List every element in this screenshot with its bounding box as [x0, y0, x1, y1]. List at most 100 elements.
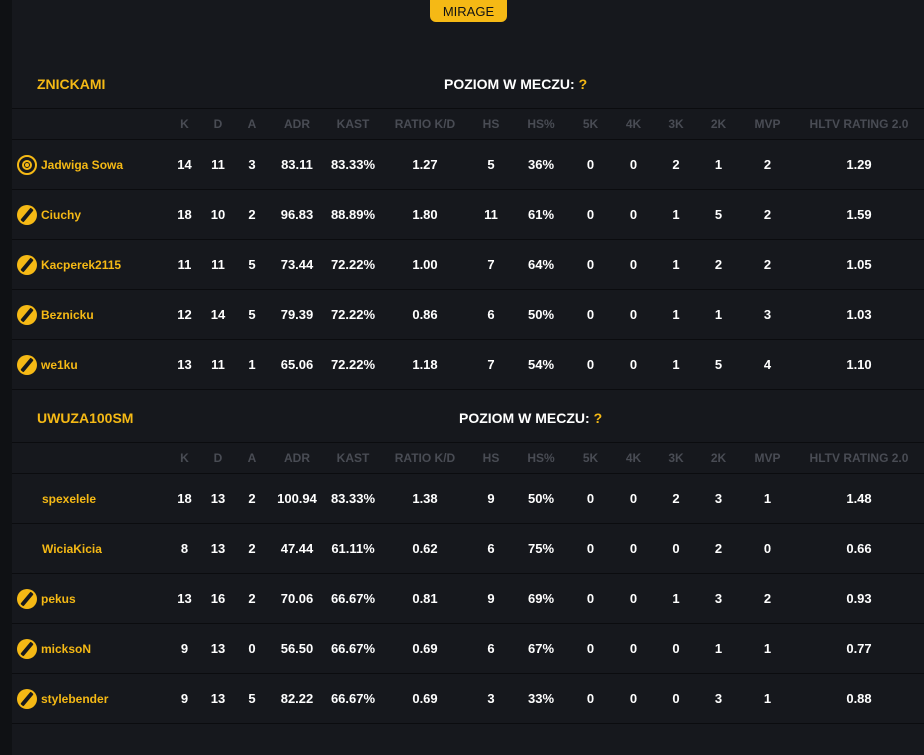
column-header-ratio-kd[interactable]: RATIO K/D	[381, 117, 469, 131]
stat-ratio-kd: 0.69	[412, 641, 438, 656]
column-header-hs[interactable]: HS	[469, 451, 513, 465]
column-header-ratio-kd[interactable]: RATIO K/D	[381, 451, 469, 465]
column-header-kast[interactable]: KAST	[325, 451, 381, 465]
player-row: stylebender 9 13 5 82.22 66.67% 0.69 3 33% 0 0 0 3 1 0…	[12, 674, 924, 724]
stat-k: 13	[177, 591, 192, 606]
player-cell[interactable]: we1ku	[12, 354, 168, 375]
stat-ratio-kd: 0.81	[412, 591, 438, 606]
column-header-k[interactable]: K	[168, 117, 201, 131]
player-name[interactable]: stylebender	[41, 692, 108, 706]
column-header-a[interactable]: A	[235, 451, 269, 465]
column-header-hs-pct[interactable]: HS%	[513, 117, 569, 131]
stat-3k: 1	[672, 307, 680, 322]
stat-kast: 66.67%	[330, 641, 376, 656]
stat-3k: 0	[672, 641, 680, 656]
stat-d: 11	[211, 257, 225, 272]
stat-hs: 5	[487, 157, 495, 172]
stat-a: 2	[248, 591, 256, 606]
stat-a: 2	[248, 491, 256, 506]
stat-k: 18	[177, 491, 192, 506]
column-header-2k[interactable]: 2K	[697, 451, 740, 465]
match-level-value[interactable]: ?	[594, 410, 603, 426]
player-name[interactable]: we1ku	[41, 358, 78, 372]
stat-d: 14	[210, 307, 226, 322]
match-level-value[interactable]: ?	[579, 76, 588, 92]
player-cell[interactable]: WiciaKicia	[12, 542, 168, 556]
column-header-mvp[interactable]: MVP	[740, 451, 795, 465]
player-name[interactable]: Ciuchy	[41, 208, 81, 222]
player-name[interactable]: spexelele	[42, 492, 96, 506]
player-cell[interactable]: spexelele	[12, 492, 168, 506]
player-cell[interactable]: Jadwiga Sowa	[12, 154, 168, 175]
stat-hs: 6	[487, 307, 495, 322]
stat-2k: 2	[714, 541, 723, 556]
stat-4k: 0	[629, 157, 638, 172]
stat-3k: 1	[672, 207, 680, 222]
stat-hltv-rating: 1.03	[846, 307, 872, 322]
stat-d: 13	[210, 541, 226, 556]
column-header-4k[interactable]: 4K	[612, 451, 655, 465]
column-header-2k[interactable]: 2K	[697, 117, 740, 131]
stat-hs: 6	[487, 541, 495, 556]
column-header-3k[interactable]: 3K	[655, 451, 697, 465]
team-name[interactable]: ZNICKAMI	[37, 76, 105, 92]
column-header-3k[interactable]: 3K	[655, 117, 697, 131]
column-header-5k[interactable]: 5K	[569, 117, 612, 131]
column-header-hs[interactable]: HS	[469, 117, 513, 131]
stat-ratio-kd: 0.86	[412, 307, 438, 322]
column-header-hs-pct[interactable]: HS%	[513, 451, 569, 465]
player-cell[interactable]: Beznicku	[12, 304, 168, 325]
column-header-hltv-rating[interactable]: HLTV RATING 2.0	[795, 117, 923, 131]
stat-k: 11	[177, 257, 192, 272]
map-mirage-button[interactable]: MIRAGE	[430, 0, 507, 22]
stat-d: 13	[210, 641, 226, 656]
column-header-d[interactable]: D	[201, 451, 235, 465]
player-name[interactable]: Jadwiga Sowa	[41, 158, 123, 172]
player-name[interactable]: micksoN	[41, 642, 91, 656]
stat-d: 11	[211, 357, 225, 372]
stat-adr: 70.06	[280, 591, 314, 606]
column-header-d[interactable]: D	[201, 117, 235, 131]
stat-hltv-rating: 0.88	[846, 691, 872, 706]
stat-hs: 7	[487, 257, 495, 272]
stat-a: 3	[248, 157, 256, 172]
stat-a: 5	[248, 307, 256, 322]
stat-2k: 3	[714, 491, 723, 506]
stat-kast: 61.11%	[331, 541, 375, 556]
stat-kast: 83.33%	[330, 491, 376, 506]
player-name[interactable]: Beznicku	[41, 308, 94, 322]
stat-hltv-rating: 1.05	[846, 257, 872, 272]
column-header-a[interactable]: A	[235, 117, 269, 131]
player-cell[interactable]: micksoN	[12, 638, 168, 659]
team-name[interactable]: UWUZA100SM	[37, 410, 133, 426]
player-cell[interactable]: Kacperek2115	[12, 254, 168, 275]
stat-hltv-rating: 1.10	[846, 357, 872, 372]
column-header-4k[interactable]: 4K	[612, 117, 655, 131]
column-header-hltv-rating[interactable]: HLTV RATING 2.0	[795, 451, 923, 465]
player-row: we1ku 13 11 1 65.06 72.22% 1.18 7 54% 0 0 1 5 4 1.10	[12, 340, 924, 390]
stat-4k: 0	[629, 641, 638, 656]
stat-kast: 88.89%	[330, 207, 376, 222]
column-header-kast[interactable]: KAST	[325, 117, 381, 131]
player-cell[interactable]: pekus	[12, 588, 168, 609]
stat-hs: 9	[487, 491, 495, 506]
stat-mvp: 0	[763, 541, 772, 556]
player-cell[interactable]: stylebender	[12, 688, 168, 709]
stat-hs: 7	[487, 357, 495, 372]
stat-mvp: 2	[763, 257, 772, 272]
stat-kast: 66.67%	[330, 691, 376, 706]
player-name[interactable]: Kacperek2115	[41, 258, 121, 272]
column-header-k[interactable]: K	[168, 451, 201, 465]
column-header-adr[interactable]: ADR	[269, 117, 325, 131]
stat-5k: 0	[586, 357, 595, 372]
player-cell[interactable]: Ciuchy	[12, 204, 168, 225]
stat-3k: 2	[672, 157, 680, 172]
stat-d: 13	[210, 691, 226, 706]
left-edge-strip	[0, 0, 12, 755]
player-name[interactable]: WiciaKicia	[42, 542, 102, 556]
column-header-mvp[interactable]: MVP	[740, 117, 795, 131]
player-name[interactable]: pekus	[41, 592, 76, 606]
column-header-adr[interactable]: ADR	[269, 451, 325, 465]
stat-4k: 0	[629, 257, 638, 272]
column-header-5k[interactable]: 5K	[569, 451, 612, 465]
